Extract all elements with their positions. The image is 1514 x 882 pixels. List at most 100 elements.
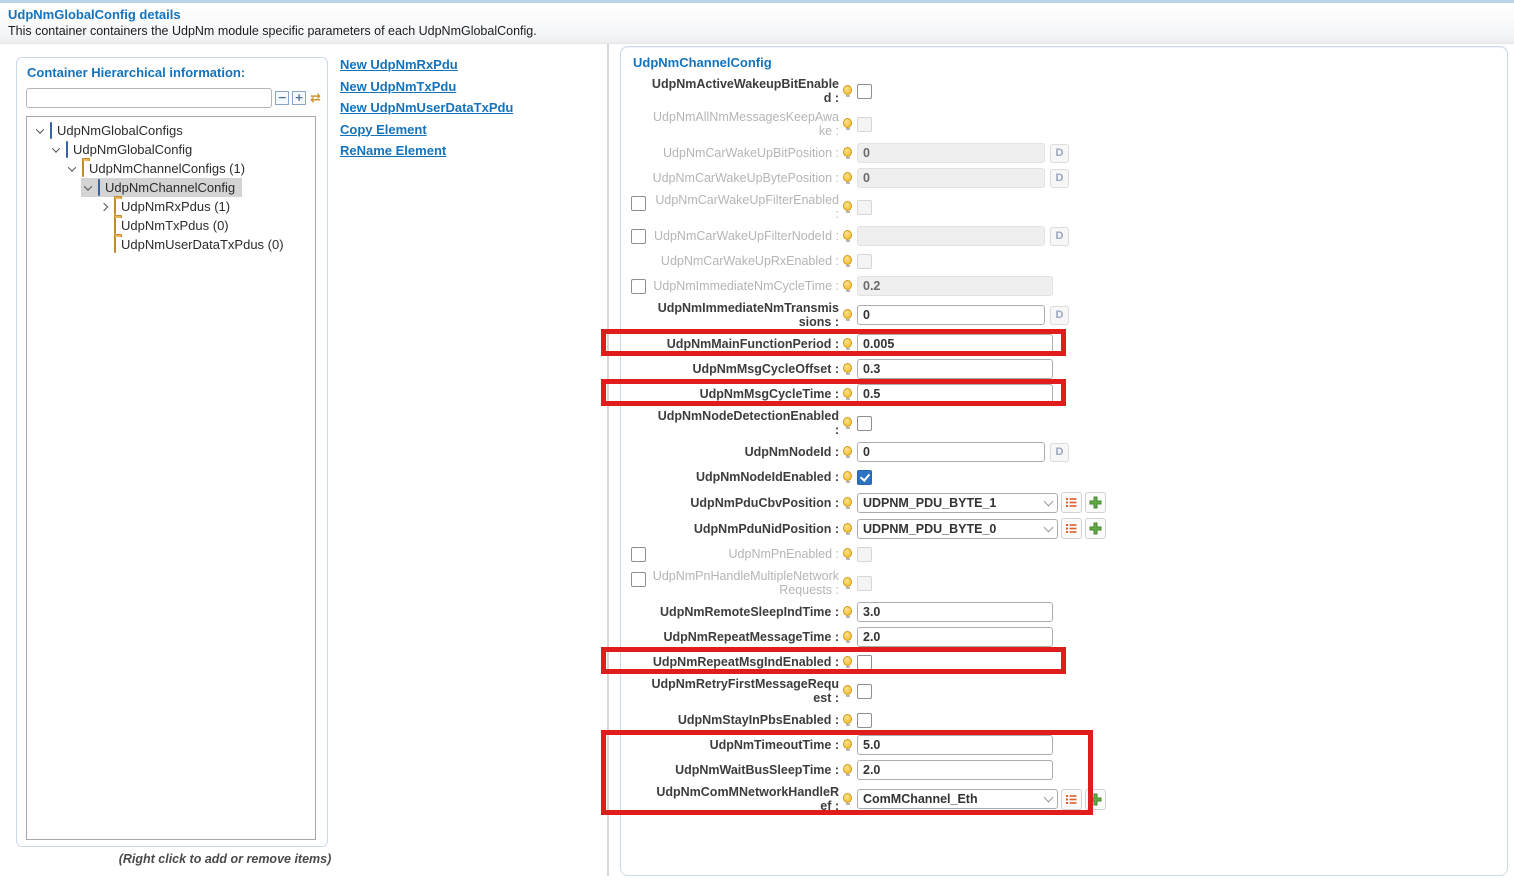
collapse-all-icon[interactable]: − [275,91,289,105]
udpnmremotesleepindtime-input[interactable] [857,602,1053,622]
chevron-down-icon[interactable] [36,125,44,133]
tree-search-input[interactable] [26,88,272,108]
bulb-icon [843,338,852,348]
udpnmcommnetworkhandleref-add-ref-button[interactable] [1085,789,1106,810]
udpnmimmediatenmcycletime-enable-checkbox[interactable] [631,279,646,294]
tree-item-udpnmuserdatatxpdus-0[interactable]: UdpNmUserDataTxPdus (0) [27,235,315,254]
chevron-down-icon[interactable] [52,144,60,152]
tree-item-udpnmglobalconfig[interactable]: UdpNmGlobalConfig [27,140,315,159]
udpnmcarwakeupbyteposition-default-button[interactable]: D [1050,169,1069,188]
udpnmmsgcycleoffset-input[interactable] [857,359,1053,379]
udpnmrepeatmessagetime-label: UdpNmRepeatMessageTime : [651,630,839,644]
bulb-icon [843,793,852,803]
udpnmmsgcycletime-input[interactable] [857,384,1053,404]
udpnmpdunidposition-ref-list-button[interactable] [1061,518,1082,539]
tree-item-inner[interactable]: UdpNmRxPdus (1) [97,197,237,216]
udpnmcarwakeupfilternodeid-enable-checkbox[interactable] [631,229,646,244]
udpnmimmediatenmcycletime-input [857,276,1053,296]
bulb-icon [843,388,852,398]
param-row-udpnmcarwakeupfilterenabled: UdpNmCarWakeUpFilterEnabled : [629,193,1149,221]
tree-item-inner[interactable]: UdpNmGlobalConfig [49,140,199,159]
tree-item-inner[interactable]: UdpNmTxPdus (0) [97,216,236,235]
udpnmrepeatmessagetime-input[interactable] [857,627,1053,647]
config-node-icon [98,179,100,196]
param-row-udpnmstayinpbsenabled: UdpNmStayInPbsEnabled : [629,710,1149,730]
udpnmcommnetworkhandleref-dropdown[interactable]: ComMChannel_Eth [857,789,1058,809]
udpnmtimeouttime-input[interactable] [857,735,1053,755]
udpnmpducbvposition-dropdown[interactable]: UDPNM_PDU_BYTE_1 [857,493,1058,513]
param-row-udpnmmsgcycleoffset: UdpNmMsgCycleOffset : [629,359,1149,379]
chevron-down-icon[interactable] [84,182,92,190]
tree-item-udpnmchannelconfigs-1[interactable]: UdpNmChannelConfigs (1) [27,159,315,178]
udpnmpducbvposition-ref-list-button[interactable] [1061,492,1082,513]
udpnmretryfirstmessagerequest-label: UdpNmRetryFirstMessageRequest : [651,677,839,705]
udpnmcarwakeupfilternodeid-default-button[interactable]: D [1050,227,1069,246]
action-link-rename-element[interactable]: ReName Element [340,143,540,158]
bulb-icon [843,739,852,749]
tree-item-inner[interactable]: UdpNmGlobalConfigs [33,121,190,140]
param-row-udpnmretryfirstmessagerequest: UdpNmRetryFirstMessageRequest : [629,677,1149,705]
udpnmnodedetectionenabled-label: UdpNmNodeDetectionEnabled : [651,409,839,437]
tree-item-udpnmchannelconfig[interactable]: UdpNmChannelConfig [27,178,315,197]
bulb-icon [843,446,852,456]
bulb-icon [843,172,852,182]
param-row-udpnmpnenabled: UdpNmPnEnabled : [629,544,1149,564]
udpnmmainfunctionperiod-input[interactable] [857,334,1053,354]
container-hierarchy-panel: Container Hierarchical information: − + … [16,57,328,847]
udpnmnodedetectionenabled-checkbox[interactable] [857,416,872,431]
udpnmcarwakeupfilterenabled-enable-checkbox[interactable] [631,196,646,211]
udpnmmsgcycleoffset-label: UdpNmMsgCycleOffset : [651,362,839,376]
bulb-icon [843,230,852,240]
udpnmcarwakeupfilternodeid-input [857,226,1045,246]
udpnmretryfirstmessagerequest-checkbox[interactable] [857,684,872,699]
param-row-udpnmnodeid: UdpNmNodeId :D [629,442,1149,462]
udpnmwaitbussleeptime-input[interactable] [857,760,1053,780]
tree-item-inner[interactable]: UdpNmUserDataTxPdus (0) [97,235,291,254]
udpnmpdunidposition-dropdown[interactable]: UDPNM_PDU_BYTE_0 [857,519,1058,539]
expand-all-icon[interactable]: + [292,91,306,105]
udpnmimmediatenmtransmissions-default-button[interactable]: D [1050,306,1069,325]
udpnmstayinpbsenabled-checkbox[interactable] [857,713,872,728]
tree-search-row: − + ⇄ [26,88,321,108]
tree-item-udpnmglobalconfigs[interactable]: UdpNmGlobalConfigs [27,121,315,140]
udpnmpnenabled-enable-checkbox[interactable] [631,547,646,562]
tree-item-inner[interactable]: UdpNmChannelConfig [81,178,242,197]
udpnmnodeid-default-button[interactable]: D [1050,443,1069,462]
udpnmwaitbussleeptime-label: UdpNmWaitBusSleepTime : [651,763,839,777]
tree-item-udpnmtxpdus-0[interactable]: UdpNmTxPdus (0) [27,216,315,235]
action-link-copy-element[interactable]: Copy Element [340,122,540,137]
bulb-icon [843,685,852,695]
action-link-new-udpnmrxpdu[interactable]: New UdpNmRxPdu [340,57,540,72]
udpnmcarwakeupbitposition-label: UdpNmCarWakeUpBitPosition : [651,146,839,160]
chevron-right-icon[interactable] [100,202,108,210]
udpnmcommnetworkhandleref-ref-list-button[interactable] [1061,789,1082,810]
udpnmnodeid-input[interactable] [857,442,1045,462]
action-link-new-udpnmtxpdu[interactable]: New UdpNmTxPdu [340,79,540,94]
udpnmpdunidposition-add-ref-button[interactable] [1085,518,1106,539]
page-title: UdpNmGlobalConfig details [8,7,181,22]
udpnmpnhandlemultiplenetworkrequests-enable-checkbox[interactable] [631,572,646,587]
udpnmactivewakeupbitenabled-checkbox[interactable] [857,84,872,99]
udpnmrepeatmsgindenabled-checkbox[interactable] [857,655,872,670]
tree-item-label: UdpNmGlobalConfigs [57,123,183,138]
sync-icon[interactable]: ⇄ [310,92,321,105]
bulb-icon [843,255,852,265]
action-link-new-udpnmuserdatatxpdu[interactable]: New UdpNmUserDataTxPdu [340,100,540,115]
bulb-icon [843,309,852,319]
hierarchy-panel-title: Container Hierarchical information: [27,65,327,80]
udpnmimmediatenmtransmissions-input[interactable] [857,305,1045,325]
config-node-icon [66,141,68,158]
udpnmstayinpbsenabled-label: UdpNmStayInPbsEnabled : [651,713,839,727]
tree-item-udpnmrxpdus-1[interactable]: UdpNmRxPdus (1) [27,197,315,216]
tree-item-inner[interactable]: UdpNmChannelConfigs (1) [65,159,252,178]
udpnmnodeidenabled-checkbox[interactable] [857,470,872,485]
parameter-form: UdpNmActiveWakeupBitEnabled :UdpNmAllNmM… [629,77,1149,813]
udpnmpducbvposition-add-ref-button[interactable] [1085,492,1106,513]
param-row-udpnmcarwakeupfilternodeid: UdpNmCarWakeUpFilterNodeId :D [629,226,1149,246]
detail-panel: UdpNmChannelConfig UdpNmActiveWakeupBitE… [620,46,1508,876]
chevron-down-icon[interactable] [68,163,76,171]
folder-icon [114,236,116,253]
udpnmcarwakeupbitposition-default-button[interactable]: D [1050,144,1069,163]
udpnmcommnetworkhandleref-dropdown-value: ComMChannel_Eth [863,792,978,806]
udpnmcarwakeupfilterenabled-label: UdpNmCarWakeUpFilterEnabled : [651,193,839,221]
